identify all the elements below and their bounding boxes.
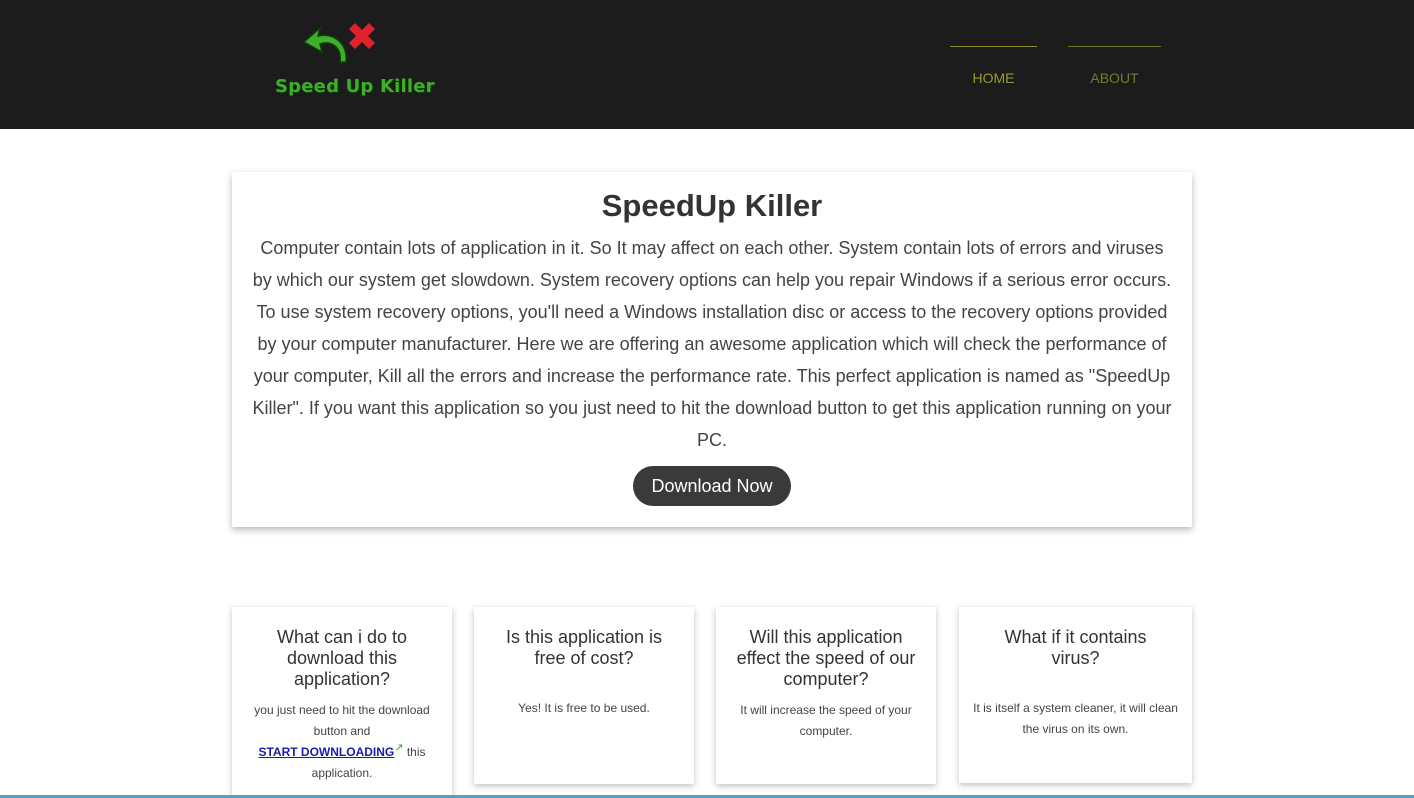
faq-answer: It will increase the speed of your compu…	[740, 703, 912, 738]
faq-question: Is this application is free of cost?	[505, 627, 663, 668]
faq-card-cost: Is this application is free of cost? Yes…	[474, 607, 694, 784]
faq-question: What if it contains virus?	[1004, 627, 1147, 668]
faq-question: What can i do to download this applicati…	[276, 627, 408, 689]
faq-question: Will this application effect the speed o…	[736, 627, 916, 689]
external-link-icon: ↗	[394, 742, 404, 754]
faq-card-speed: Will this application effect the speed o…	[716, 607, 936, 784]
start-downloading-link[interactable]: START DOWNLOADING	[258, 745, 394, 759]
faq-card-virus: What if it contains virus? It is itself …	[959, 607, 1192, 783]
faq-answer: It is itself a system cleaner, it will c…	[973, 701, 1178, 736]
site-logo[interactable]: Speed Up Killer	[268, 18, 435, 108]
nav-home[interactable]: HOME	[950, 46, 1037, 86]
nav-about[interactable]: ABOUT	[1068, 46, 1161, 86]
logo-text: Speed Up Killer	[275, 76, 435, 97]
faq-card-download: What can i do to download this applicati…	[232, 607, 452, 798]
hero-title: SpeedUp Killer	[601, 188, 823, 223]
download-now-button[interactable]: Download Now	[633, 466, 791, 506]
faq-answer-text: you just need to hit the download button…	[254, 703, 430, 738]
hero-description: Computer contain lots of application in …	[252, 238, 1172, 450]
faq-answer: Yes! It is free to be used.	[518, 701, 650, 715]
site-header: Speed Up Killer HOME ABOUT	[0, 0, 1414, 129]
red-x-icon	[349, 23, 375, 49]
faq-answer: you just need to hit the download button…	[246, 700, 438, 784]
hero-panel: SpeedUp Killer Computer contain lots of …	[232, 172, 1192, 527]
